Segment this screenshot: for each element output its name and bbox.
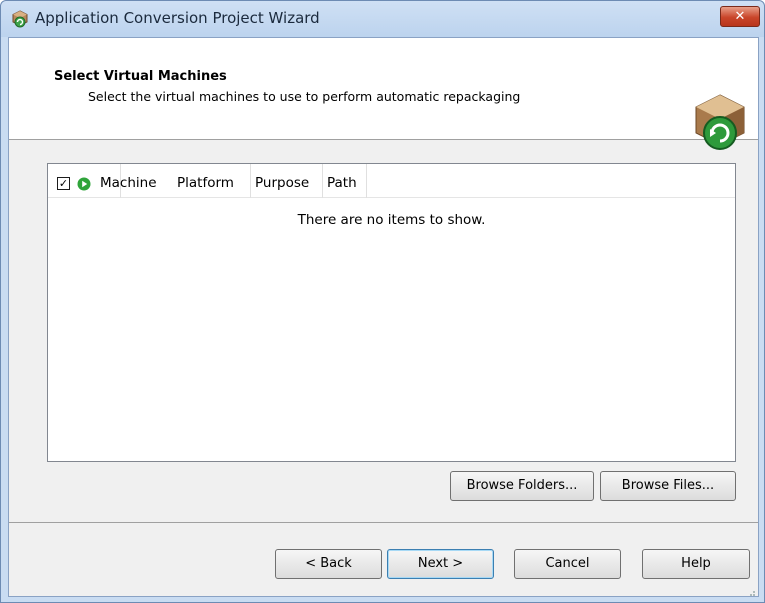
column-purpose-label: Purpose bbox=[255, 175, 310, 191]
title-bar[interactable]: Application Conversion Project Wizard ✕ bbox=[1, 1, 764, 37]
column-platform-label: Platform bbox=[177, 175, 234, 191]
wizard-header: Select Virtual Machines Select the virtu… bbox=[9, 38, 758, 140]
checkmark-icon: ✓ bbox=[58, 177, 69, 190]
close-button[interactable]: ✕ bbox=[720, 6, 760, 27]
column-header-machine: Machine bbox=[100, 175, 157, 191]
select-all-checkbox[interactable]: ✓ bbox=[57, 177, 70, 190]
app-package-icon bbox=[12, 10, 28, 28]
column-path-label: Path bbox=[327, 175, 357, 191]
virtual-machines-list[interactable]: ✓ Machine Platform Purpose Path There ar… bbox=[47, 163, 736, 462]
browse-files-button[interactable]: Browse Files... bbox=[600, 471, 736, 501]
play-icon bbox=[77, 177, 91, 191]
footer-separator bbox=[9, 522, 758, 523]
help-button[interactable]: Help bbox=[642, 549, 750, 579]
repackage-box-icon bbox=[695, 94, 745, 150]
wizard-window: Application Conversion Project Wizard ✕ … bbox=[0, 0, 765, 603]
list-header: ✓ Machine Platform Purpose Path bbox=[48, 164, 735, 198]
next-button[interactable]: Next > bbox=[387, 549, 494, 579]
window-title: Application Conversion Project Wizard bbox=[35, 9, 320, 27]
browse-folders-button[interactable]: Browse Folders... bbox=[450, 471, 594, 501]
wizard-body: Select Virtual Machines Select the virtu… bbox=[8, 37, 759, 597]
empty-list-message: There are no items to show. bbox=[297, 212, 486, 228]
back-button[interactable]: < Back bbox=[275, 549, 382, 579]
column-header-select[interactable]: ✓ Machine bbox=[48, 164, 157, 198]
column-header-purpose[interactable]: Purpose bbox=[251, 164, 323, 198]
close-icon: ✕ bbox=[734, 9, 746, 24]
cancel-button[interactable]: Cancel bbox=[514, 549, 621, 579]
page-title: Select Virtual Machines bbox=[54, 69, 227, 84]
column-header-path[interactable]: Path bbox=[323, 164, 367, 198]
page-subtitle: Select the virtual machines to use to pe… bbox=[88, 89, 521, 104]
column-header-platform[interactable]: Platform bbox=[173, 164, 251, 198]
resize-grip-icon[interactable] bbox=[746, 587, 756, 597]
